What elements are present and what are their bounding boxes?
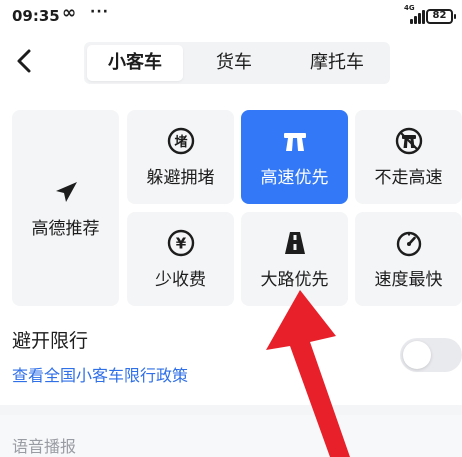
option-less-toll[interactable]: ¥ 少收费 [127, 212, 234, 306]
tab-truck[interactable]: 货车 [184, 42, 284, 84]
option-highway-first[interactable]: 高速优先 [241, 110, 348, 204]
avoid-restriction-row: 避开限行 查看全国小客车限行政策 [0, 322, 462, 392]
network-type: 4G [404, 4, 415, 12]
main-road-icon [281, 229, 309, 257]
congestion-icon: 堵 [167, 127, 195, 155]
paper-plane-icon [52, 178, 80, 206]
option-main-road[interactable]: 大路优先 [241, 212, 348, 306]
more-notifications-icon: ··· [90, 4, 109, 20]
option-label: 高德推荐 [31, 218, 100, 239]
toggle-knob [403, 341, 431, 369]
signal-icon: 4G [404, 4, 425, 24]
option-label: 高速优先 [260, 167, 329, 188]
status-time: 09:35 [12, 7, 60, 25]
tab-car[interactable]: 小客车 [87, 45, 183, 81]
speedometer-icon [395, 229, 423, 257]
highway-icon [281, 127, 309, 155]
infinity-icon: ∞ [62, 3, 77, 23]
svg-text:¥: ¥ [175, 234, 186, 252]
status-bar: 09:35 ∞ ··· 4G 82 [0, 0, 462, 34]
svg-text:堵: 堵 [174, 134, 187, 150]
option-fastest[interactable]: 速度最快 [355, 212, 462, 306]
avoid-restriction-toggle[interactable] [400, 338, 462, 372]
tab-motorcycle[interactable]: 摩托车 [284, 42, 390, 84]
battery-level: 82 [432, 10, 447, 21]
yen-icon: ¥ [167, 229, 195, 257]
avoid-restriction-title: 避开限行 [12, 330, 89, 352]
option-recommend[interactable]: 高德推荐 [12, 110, 119, 306]
vehicle-tabs: 小客车 货车 摩托车 [84, 42, 390, 84]
no-highway-icon [395, 127, 423, 155]
voice-broadcast-title: 语音播报 [12, 437, 77, 456]
back-button[interactable] [10, 46, 40, 76]
header: 小客车 货车 摩托车 [0, 34, 462, 90]
restriction-policy-link[interactable]: 查看全国小客车限行政策 [12, 362, 188, 386]
battery-icon: 82 [426, 9, 456, 24]
option-label: 躲避拥堵 [146, 167, 215, 188]
voice-broadcast-section: 语音播报 [0, 415, 462, 457]
option-label: 速度最快 [374, 269, 443, 290]
option-label: 大路优先 [260, 269, 329, 290]
chevron-left-icon [17, 49, 31, 73]
route-options-grid: 高德推荐 堵 躲避拥堵 高速优先 不走高速 ¥ 少收费 大路优先 速度最快 [0, 110, 462, 306]
option-no-highway[interactable]: 不走高速 [355, 110, 462, 204]
option-label: 少收费 [155, 269, 206, 290]
option-avoid-congestion[interactable]: 堵 躲避拥堵 [127, 110, 234, 204]
option-label: 不走高速 [374, 167, 443, 188]
section-divider [0, 405, 462, 415]
